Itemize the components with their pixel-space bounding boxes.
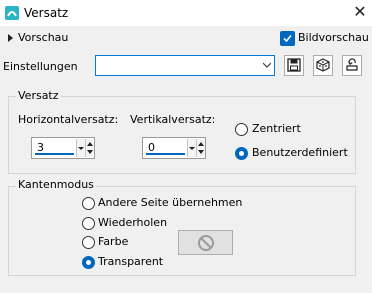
radio-transparent[interactable]: [82, 256, 95, 269]
app-logo-icon: [5, 6, 19, 20]
expand-triangle-icon: [8, 34, 13, 42]
preview-label: Vorschau: [18, 31, 69, 44]
up-down-arrows-icon: [87, 142, 93, 154]
preview-checkbox[interactable]: [280, 31, 295, 46]
save-preset-icon: [287, 58, 301, 72]
radio-centered[interactable]: [235, 123, 248, 136]
settings-combo[interactable]: [95, 55, 275, 76]
offset-group: [8, 96, 356, 174]
vertical-offset-spinner[interactable]: 0: [142, 137, 206, 159]
reset-icon: [346, 58, 358, 71]
close-icon[interactable]: ✕: [350, 2, 370, 22]
horizontal-offset-stepper[interactable]: [85, 139, 94, 157]
focus-underline: [146, 153, 185, 155]
save-preset-button[interactable]: [284, 55, 304, 76]
up-down-arrows-icon: [198, 142, 204, 154]
radio-transparent-label[interactable]: Transparent: [98, 255, 163, 268]
offset-group-title: Versatz: [16, 89, 61, 102]
radio-repeat[interactable]: [82, 217, 95, 230]
title-bar: Versatz ✕: [0, 0, 372, 26]
random-button[interactable]: [313, 55, 333, 76]
radio-wrap[interactable]: [82, 197, 95, 210]
preview-checkbox-label[interactable]: Bildvorschau: [298, 31, 369, 44]
radio-repeat-label[interactable]: Wiederholen: [98, 216, 167, 229]
horizontal-offset-dropdown[interactable]: [76, 139, 85, 157]
radio-color[interactable]: [82, 236, 95, 249]
no-color-icon: [198, 235, 214, 251]
edge-mode-group-title: Kantenmodus: [16, 178, 96, 191]
radio-centered-label[interactable]: Zentriert: [252, 122, 301, 135]
random-icon: [316, 58, 330, 72]
dropdown-arrow-icon: [189, 147, 195, 150]
settings-label: Einstellungen: [3, 60, 78, 73]
radio-color-label[interactable]: Farbe: [98, 235, 128, 248]
radio-custom-label[interactable]: Benutzerdefiniert: [252, 146, 348, 159]
focus-underline: [35, 153, 74, 155]
horizontal-offset-label: Horizontalversatz:: [18, 113, 119, 126]
color-swatch[interactable]: [178, 230, 233, 255]
chevron-down-icon: [263, 62, 271, 68]
vertical-offset-label: Vertikalversatz:: [130, 113, 216, 126]
dropdown-arrow-icon: [78, 147, 84, 150]
reset-button[interactable]: [342, 55, 362, 76]
checkmark-icon: [283, 34, 292, 43]
preview-toggle[interactable]: Vorschau: [8, 31, 68, 47]
horizontal-offset-spinner[interactable]: 3: [31, 137, 95, 159]
radio-custom[interactable]: [235, 147, 248, 160]
vertical-offset-dropdown[interactable]: [187, 139, 196, 157]
vertical-offset-stepper[interactable]: [196, 139, 205, 157]
radio-wrap-label[interactable]: Andere Seite übernehmen: [98, 196, 242, 209]
window-title: Versatz: [24, 6, 69, 20]
